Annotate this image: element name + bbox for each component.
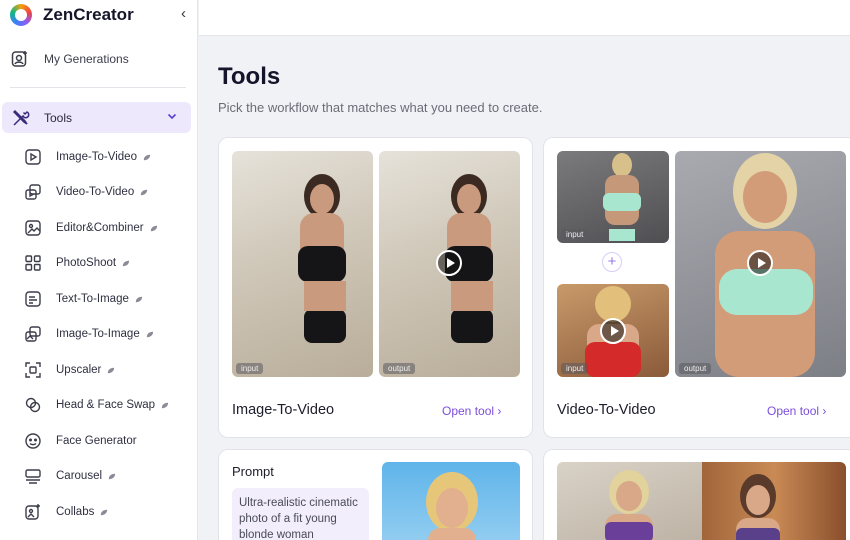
sidebar-item-label: Image-To-Video (56, 151, 137, 163)
nav-tools-label: Tools (44, 110, 73, 125)
leaf-icon (135, 296, 142, 302)
sidebar-item-label: Head & Face Swap (56, 399, 156, 411)
tool-card-text-to-image[interactable]: Prompt Ultra-realistic cinematic photo o… (218, 449, 533, 540)
input-image: input (232, 151, 373, 377)
leaf-icon (108, 473, 116, 479)
grid-icon (25, 255, 41, 271)
image-stack-icon (25, 326, 41, 342)
sidebar-item-video-to-video[interactable]: Video-To-Video (24, 180, 194, 204)
leaf-icon (108, 367, 115, 373)
sidebar-item-label: Upscaler (56, 364, 102, 376)
image-edit-icon (25, 220, 41, 236)
prompt-label: Prompt (232, 464, 274, 479)
figure-illustration (426, 472, 478, 540)
figure-illustration (298, 174, 346, 343)
sidebar-item-editor-combiner[interactable]: Editor&Combiner (24, 216, 194, 240)
page-title: Tools (218, 63, 281, 90)
sidebar-item-collabs[interactable]: Collabs (24, 500, 194, 524)
tools-icon (12, 109, 30, 126)
play-icon[interactable] (747, 250, 773, 276)
sidebar-item-label: Face Generator (56, 435, 137, 447)
output-image (702, 462, 846, 540)
chevron-down-icon[interactable] (166, 110, 178, 122)
collapse-sidebar-icon[interactable]: ‹ (181, 5, 186, 22)
sidebar-item-photoshoot[interactable]: PhotoShoot (24, 251, 194, 275)
nav-my-generations-label: My Generations (44, 52, 129, 66)
logo-icon (10, 4, 32, 26)
leaf-icon (143, 154, 151, 160)
input-tag: input (561, 363, 589, 374)
nav-tools[interactable]: Tools (2, 102, 191, 133)
sidebar-item-label: PhotoShoot (56, 257, 117, 269)
add-icon[interactable]: + (602, 252, 622, 272)
sidebar-item-upscaler[interactable]: Upscaler (24, 358, 194, 382)
upscale-icon (25, 362, 41, 378)
play-icon[interactable] (436, 250, 462, 276)
sidebar-item-label: Image-To-Image (56, 328, 140, 340)
sidebar-divider (10, 87, 186, 88)
open-tool-link[interactable]: Open tool › (442, 404, 501, 418)
input-tag: input (561, 229, 589, 240)
tool-card-image-to-image[interactable] (543, 449, 850, 540)
face-icon (25, 433, 41, 449)
figure-illustration (605, 470, 653, 540)
sidebar-item-label: Text-To-Image (56, 293, 129, 305)
brand[interactable]: ZenCreator ‹ (10, 3, 190, 27)
leaf-icon (146, 331, 153, 337)
leaf-icon (150, 225, 157, 231)
output-video[interactable]: output (379, 151, 520, 377)
sidebar-item-face-generator[interactable]: Face Generator (24, 429, 194, 453)
face-swap-icon (25, 397, 41, 413)
tool-card-video-to-video[interactable]: input + input output Video-To-Video Open… (543, 137, 850, 438)
leaf-icon (161, 402, 169, 408)
play-icon[interactable] (600, 318, 626, 344)
output-tag: output (383, 363, 416, 374)
sidebar-item-label: Collabs (56, 506, 95, 518)
sidebar-item-label: Editor&Combiner (56, 222, 144, 234)
card-title: Image-To-Video (232, 402, 335, 418)
collab-icon (25, 504, 40, 520)
card-title: Video-To-Video (557, 402, 656, 418)
input-tag: input (236, 363, 264, 374)
input-image: input (557, 151, 669, 243)
sidebar-item-image-to-image[interactable]: Image-To-Image (24, 322, 194, 346)
nav-my-generations[interactable]: My Generations (10, 46, 188, 72)
output-image (382, 462, 520, 540)
tool-card-image-to-video[interactable]: input output Image-To-Video Open tool › (218, 137, 533, 438)
sidebar-item-head-face-swap[interactable]: Head & Face Swap (24, 393, 194, 417)
video-stack-icon (25, 184, 41, 200)
sidebar: ZenCreator ‹ My Generations Tools Image-… (0, 0, 198, 540)
page-subtitle: Pick the workflow that matches what you … (218, 100, 543, 115)
top-bar (199, 0, 850, 36)
carousel-icon (25, 469, 41, 484)
output-tag: output (679, 363, 712, 374)
sidebar-item-image-to-video[interactable]: Image-To-Video (24, 145, 194, 169)
app-name: ZenCreator (43, 5, 134, 24)
play-square-icon (25, 149, 41, 165)
leaf-icon (141, 189, 148, 195)
sidebar-item-text-to-image[interactable]: Text-To-Image (24, 287, 194, 311)
open-tool-link[interactable]: Open tool › (767, 404, 826, 418)
sidebar-item-carousel[interactable]: Carousel (24, 464, 194, 488)
input-image (557, 462, 702, 540)
text-image-icon (25, 291, 41, 307)
input-video[interactable]: input (557, 284, 669, 377)
leaf-icon (122, 260, 130, 266)
prompt-text: Ultra-realistic cinematic photo of a fit… (232, 488, 369, 540)
user-image-icon (11, 51, 27, 67)
leaf-icon (101, 509, 108, 515)
output-video[interactable]: output (675, 151, 846, 377)
figure-illustration (736, 474, 780, 540)
sidebar-item-label: Video-To-Video (56, 186, 135, 198)
sidebar-item-label: Carousel (56, 470, 103, 482)
